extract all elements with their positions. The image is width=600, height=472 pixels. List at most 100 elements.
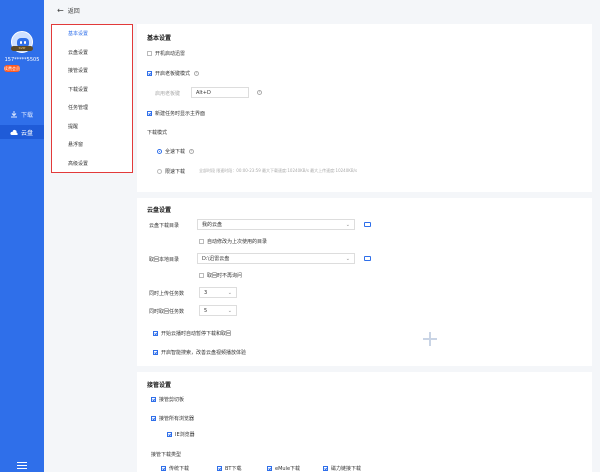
no-ask-option[interactable]: 取回时不再询问 bbox=[199, 272, 242, 279]
fetch-count-value: 5 bbox=[204, 307, 208, 314]
cloud-dir-value: 我的云盘 bbox=[202, 222, 223, 228]
back-link[interactable]: 返回 bbox=[68, 6, 80, 15]
type-emule-option[interactable]: eMule下载 bbox=[267, 465, 300, 472]
category-task[interactable]: 任务管理 bbox=[52, 99, 132, 118]
type-magnet-checkbox[interactable] bbox=[323, 466, 328, 471]
browsers-checkbox[interactable] bbox=[151, 416, 156, 421]
chevron-down-icon: ⌄ bbox=[345, 222, 350, 228]
boss-key-checkbox[interactable] bbox=[147, 71, 152, 76]
chevron-down-icon: ⌄ bbox=[227, 290, 232, 296]
full-speed-label: 全速下载 bbox=[165, 149, 186, 155]
type-traditional-label: 传统下载 bbox=[169, 466, 190, 472]
type-traditional-option[interactable]: 传统下载 bbox=[161, 465, 189, 472]
boss-key-hotkey-input[interactable]: Alt+D bbox=[191, 87, 249, 98]
local-dir-value: D:\迅雷云盘 bbox=[202, 256, 230, 262]
type-magnet-label: 磁力链接下载 bbox=[331, 466, 362, 472]
left-sidebar: SVIP 157*****5505 续费会员 下载 云盘 bbox=[0, 0, 44, 472]
help-icon[interactable]: ? bbox=[194, 71, 200, 76]
type-traditional-checkbox[interactable] bbox=[161, 466, 166, 471]
auto-last-dir-option[interactable]: 自动修改为上次使用的目录 bbox=[199, 238, 267, 245]
autostart-option[interactable]: 开机启动迅雷 bbox=[147, 50, 185, 57]
autostart-checkbox[interactable] bbox=[147, 51, 152, 56]
pause-when-play-option[interactable]: 开始云播时自动暂停下载和取回 bbox=[153, 330, 231, 337]
vip-badge: SVIP bbox=[11, 46, 33, 51]
auto-last-dir-checkbox[interactable] bbox=[199, 239, 204, 244]
chevron-down-icon: ⌄ bbox=[227, 308, 232, 314]
boss-key-hint: 启用老板键 bbox=[155, 91, 181, 97]
limit-speed-label: 限速下载 bbox=[165, 169, 186, 175]
download-icon bbox=[11, 110, 17, 117]
smart-search-label: 开启智能搜索，改善云盘视频播放体验 bbox=[161, 350, 247, 356]
browsers-option[interactable]: 接管所有浏览器 bbox=[151, 415, 194, 422]
pause-when-play-checkbox[interactable] bbox=[153, 331, 158, 336]
new-task-show-checkbox[interactable] bbox=[147, 111, 152, 116]
category-float-window[interactable]: 悬浮窗 bbox=[52, 136, 132, 155]
local-dir-select[interactable]: D:\迅雷云盘 ⌄ bbox=[197, 253, 355, 264]
category-reminder[interactable]: 提醒 bbox=[52, 118, 132, 137]
category-cloud[interactable]: 云盘设置 bbox=[52, 44, 132, 63]
ie-checkbox[interactable] bbox=[167, 432, 172, 437]
folder-icon[interactable] bbox=[364, 256, 371, 261]
settings-category-list: 基本设置 云盘设置 接管设置 下载设置 任务管理 提醒 悬浮窗 高级设置 bbox=[51, 24, 133, 173]
basic-settings-title: 基本设置 bbox=[147, 35, 172, 42]
type-emule-checkbox[interactable] bbox=[267, 466, 272, 471]
help-icon[interactable]: ? bbox=[189, 149, 195, 154]
category-advanced[interactable]: 高级设置 bbox=[52, 155, 132, 174]
boss-key-hotkey-row: 启用老板键 bbox=[155, 90, 180, 97]
upload-count-select[interactable]: 3 ⌄ bbox=[199, 287, 237, 298]
auto-last-dir-label: 自动修改为上次使用的目录 bbox=[207, 239, 268, 245]
category-takeover[interactable]: 接管设置 bbox=[52, 62, 132, 81]
ie-option[interactable]: IE浏览器 bbox=[167, 431, 195, 438]
local-dir-label: 取回本地目录 bbox=[149, 257, 180, 263]
type-emule-label: eMule下载 bbox=[275, 466, 301, 472]
folder-icon[interactable] bbox=[364, 222, 371, 227]
nav-cloud[interactable]: 云盘 bbox=[0, 125, 44, 139]
cloud-icon bbox=[10, 129, 18, 135]
takeover-settings-title: 接管设置 bbox=[147, 382, 172, 389]
no-ask-label: 取回时不再询问 bbox=[207, 273, 243, 279]
browsers-label: 接管所有浏览器 bbox=[159, 416, 195, 422]
back-arrow-icon[interactable]: ← bbox=[57, 6, 64, 15]
menu-icon[interactable] bbox=[17, 462, 27, 469]
cloud-settings-card: 云盘设置 云盘下载目录 我的云盘 ⌄ 自动修改为上次使用的目录 取回本地目录 D… bbox=[137, 198, 592, 366]
takeover-types-label: 接管下载类型 bbox=[151, 452, 182, 458]
boss-key-hotkey-value: Alt+D bbox=[196, 89, 211, 96]
type-bt-checkbox[interactable] bbox=[217, 466, 222, 471]
new-task-show-label: 新建任务时显示主界面 bbox=[155, 111, 206, 117]
no-ask-checkbox[interactable] bbox=[199, 273, 204, 278]
takeover-settings-card: 接管设置 接管剪切板 接管所有浏览器 IE浏览器 接管下载类型 传统下载 BT下… bbox=[137, 372, 592, 472]
download-mode-label: 下载模式 bbox=[147, 130, 168, 136]
clipboard-checkbox[interactable] bbox=[151, 397, 156, 402]
top-bar: ← 返回 bbox=[44, 0, 600, 20]
full-speed-radio[interactable] bbox=[157, 149, 162, 154]
fetch-count-select[interactable]: 5 ⌄ bbox=[199, 305, 237, 316]
category-download[interactable]: 下载设置 bbox=[52, 81, 132, 100]
download-mode-heading: 下载模式 bbox=[147, 129, 167, 136]
cloud-dir-select[interactable]: 我的云盘 ⌄ bbox=[197, 219, 355, 230]
nav-download[interactable]: 下载 bbox=[0, 107, 44, 121]
limit-speed-radio[interactable] bbox=[157, 169, 162, 174]
nav-cloud-label: 云盘 bbox=[21, 129, 34, 137]
full-speed-option[interactable]: 全速下载 ? bbox=[157, 148, 195, 155]
username: 157*****5505 bbox=[4, 57, 40, 63]
basic-settings-card: 基本设置 开机启动迅雷 开启老板键模式 ? 启用老板键 Alt+D ? 新建任务… bbox=[137, 24, 592, 192]
new-task-show-option[interactable]: 新建任务时显示主界面 bbox=[147, 110, 205, 117]
help-icon[interactable]: ? bbox=[257, 90, 262, 95]
category-basic[interactable]: 基本设置 bbox=[52, 25, 132, 44]
cloud-dir-label: 云盘下载目录 bbox=[149, 223, 180, 229]
clipboard-option[interactable]: 接管剪切板 bbox=[151, 396, 184, 403]
cloud-settings-title: 云盘设置 bbox=[147, 207, 172, 214]
nav-download-label: 下载 bbox=[21, 111, 34, 119]
smart-search-checkbox[interactable] bbox=[153, 350, 158, 355]
renew-button[interactable]: 续费会员 bbox=[4, 65, 20, 72]
limit-speed-option[interactable]: 限速下载 bbox=[157, 168, 185, 175]
type-bt-option[interactable]: BT下载 bbox=[217, 465, 242, 472]
upload-count-value: 3 bbox=[204, 289, 208, 296]
type-bt-label: BT下载 bbox=[225, 466, 242, 472]
chevron-down-icon: ⌄ bbox=[345, 256, 350, 262]
smart-search-option[interactable]: 开启智能搜索，改善云盘视频播放体验 bbox=[153, 349, 246, 356]
move-cursor-icon bbox=[423, 332, 437, 346]
boss-key-label: 开启老板键模式 bbox=[155, 71, 191, 77]
type-magnet-option[interactable]: 磁力链接下载 bbox=[323, 465, 361, 472]
boss-key-option[interactable]: 开启老板键模式 ? bbox=[147, 70, 200, 77]
